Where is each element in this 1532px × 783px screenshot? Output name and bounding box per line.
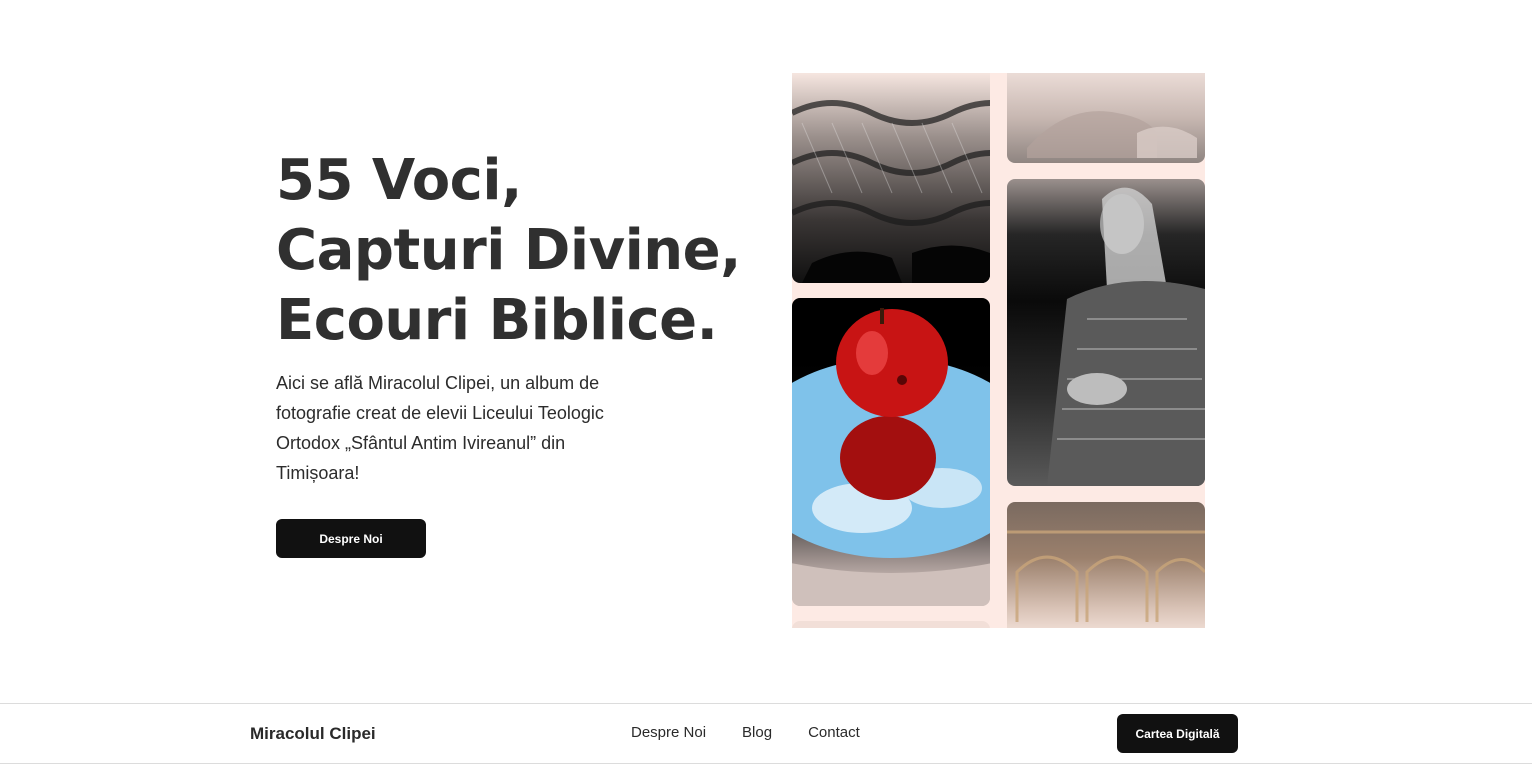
hero-intro-text: Aici se află Miracolul Clipei, un album … [276, 373, 604, 483]
nav-links: Despre Noi Blog Contact [631, 724, 860, 741]
arches-photo [1007, 502, 1205, 628]
cartea-digitala-button[interactable]: Cartea Digitală [1117, 714, 1238, 753]
photo-gallery [792, 73, 1205, 628]
nav-link-contact[interactable]: Contact [808, 724, 860, 741]
partial-photo [792, 621, 990, 628]
hands-photo [1007, 73, 1205, 163]
headline-line-1: 55 Voci, [276, 148, 522, 213]
despre-noi-button[interactable]: Despre Noi [276, 519, 426, 558]
headline-line-2: Capturi Divine, [276, 218, 741, 283]
brand-logo-text[interactable]: Miracolul Clipei [250, 724, 376, 744]
nav-link-despre-noi[interactable]: Despre Noi [631, 724, 706, 741]
nav-link-blog[interactable]: Blog [742, 724, 772, 741]
apple-photo [792, 298, 990, 606]
hero-headline: 55 Voci, Capturi Divine, Ecouri Biblice. [276, 146, 741, 356]
headline-line-3: Ecouri Biblice. [276, 288, 718, 353]
navbar: Miracolul Clipei Despre Noi Blog Contact… [0, 703, 1532, 764]
chairs-photo [792, 73, 990, 283]
woman-photo [1007, 179, 1205, 486]
hero-text-block: 55 Voci, Capturi Divine, Ecouri Biblice. [276, 146, 741, 356]
